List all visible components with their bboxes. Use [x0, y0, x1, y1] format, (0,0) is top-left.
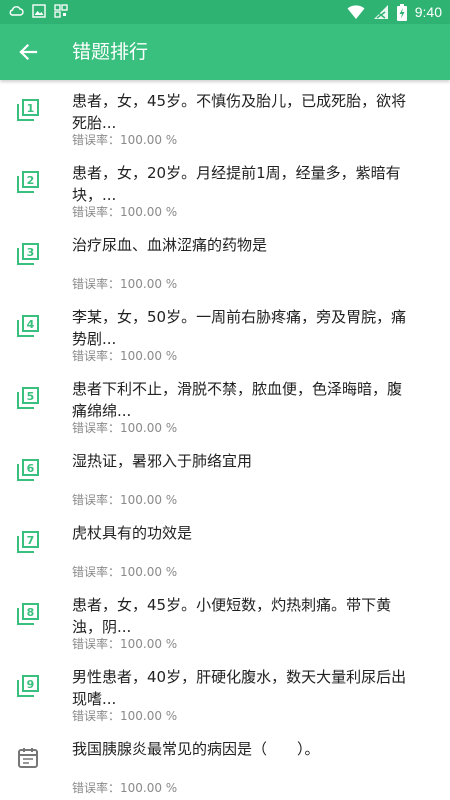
icon-number: 8: [27, 606, 35, 619]
list-item[interactable]: 9 男性患者，40岁，肝硬化腹水，数天大量利尿后出 现嗜... 错误率：100.0…: [0, 660, 450, 732]
icon-number: 1: [27, 102, 35, 115]
icon-number: 4: [27, 318, 35, 331]
numbered-stack-icon: 1: [17, 99, 39, 121]
error-rate: 错误率：100.00 %: [72, 133, 178, 147]
icon-number: 6: [27, 462, 35, 475]
question-title: 患者，女，45岁。不慎伤及胎儿，已成死胎，欲将 死胎...: [72, 92, 407, 132]
list-item[interactable]: 7 虎杖具有的功效是 错误率：100.00 %: [0, 516, 450, 588]
back-button[interactable]: [10, 34, 46, 70]
page-title: 错题排行: [72, 41, 149, 63]
battery-charging-icon: [396, 3, 407, 21]
list-item[interactable]: 2 患者，女，20岁。月经提前1周，经量多，紫暗有 块，... 错误率：100.0…: [0, 156, 450, 228]
numbered-stack-icon: 6: [17, 459, 39, 481]
arrow-back-icon: [19, 43, 38, 61]
error-rate: 错误率：100.00 %: [72, 277, 178, 291]
error-rate: 错误率：100.00 %: [72, 565, 178, 579]
icon-number: 2: [27, 174, 35, 187]
qr-scan-icon: [54, 4, 68, 18]
question-title: 湿热证，暑邪入于肺络宜用: [72, 452, 253, 470]
question-title: 虎杖具有的功效是: [72, 524, 193, 542]
icon-number: 7: [27, 534, 35, 547]
list-item[interactable]: 4 李某，女，50岁。一周前右胁疼痛，旁及胃脘，痛 势剧... 错误率：100.0…: [0, 300, 450, 372]
error-rate: 错误率：100.00 %: [72, 349, 178, 363]
numbered-stack-icon: 7: [17, 531, 39, 553]
error-rate: 错误率：100.00 %: [72, 781, 178, 795]
numbered-stack-icon: 4: [17, 315, 39, 337]
question-title: 治疗尿血、血淋涩痛的药物是: [72, 236, 268, 254]
question-title: 患者下利不止，滑脱不禁，脓血便，色泽晦暗，腹 痛绵绵...: [72, 380, 403, 420]
numbered-stack-icon: 3: [17, 243, 39, 265]
gallery-icon: [32, 4, 46, 18]
weather-cloud-icon: [9, 6, 24, 16]
question-title: 患者，女，20岁。月经提前1周，经量多，紫暗有 块，...: [72, 164, 401, 204]
error-rate: 错误率：100.00 %: [72, 493, 178, 507]
status-bar: 9:40: [0, 0, 450, 24]
status-time: 9:40: [414, 4, 442, 20]
list-item[interactable]: 3 治疗尿血、血淋涩痛的药物是 错误率：100.00 %: [0, 228, 450, 300]
error-rate: 错误率：100.00 %: [72, 421, 178, 435]
list-item[interactable]: 1 患者，女，45岁。不慎伤及胎儿，已成死胎，欲将 死胎... 错误率：100.0…: [0, 84, 450, 156]
error-rate: 错误率：100.00 %: [72, 205, 178, 219]
app-bar: 错题排行: [0, 24, 450, 80]
error-rate: 错误率：100.00 %: [72, 637, 178, 651]
icon-number: 5: [27, 390, 35, 403]
list-item[interactable]: 6 湿热证，暑邪入于肺络宜用 错误率：100.00 %: [0, 444, 450, 516]
error-rate: 错误率：100.00 %: [72, 709, 178, 723]
list-item[interactable]: 5 患者下利不止，滑脱不禁，脓血便，色泽晦暗，腹 痛绵绵... 错误率：100.0…: [0, 372, 450, 444]
question-title: 我国胰腺炎最常见的病因是（ ）。: [72, 740, 320, 758]
question-title: 李某，女，50岁。一周前右胁疼痛，旁及胃脘，痛 势剧...: [72, 308, 407, 348]
numbered-stack-icon: 8: [17, 603, 39, 625]
icon-number: 9: [27, 678, 35, 691]
list-item[interactable]: 8 患者，女，45岁。小便短数，灼热刺痛。带下黄 浊，阴... 错误率：100.0…: [0, 588, 450, 660]
icon-number: 3: [27, 246, 35, 259]
status-right-icons: 9:40: [347, 3, 442, 21]
wifi-icon: [347, 5, 365, 19]
signal-icon: [373, 5, 388, 19]
list-item[interactable]: 我国胰腺炎最常见的病因是（ ）。 错误率：100.00 %: [0, 732, 450, 800]
calendar-icon: [18, 748, 38, 768]
status-left-icons: [8, 4, 68, 18]
numbered-stack-icon: 5: [17, 387, 39, 409]
numbered-stack-icon: 2: [17, 171, 39, 193]
wrong-question-list[interactable]: 1 患者，女，45岁。不慎伤及胎儿，已成死胎，欲将 死胎... 错误率：100.0…: [0, 80, 450, 800]
question-title: 患者，女，45岁。小便短数，灼热刺痛。带下黄 浊，阴...: [72, 596, 392, 636]
numbered-stack-icon: 9: [17, 675, 39, 697]
question-title: 男性患者，40岁，肝硬化腹水，数天大量利尿后出 现嗜...: [72, 668, 407, 708]
